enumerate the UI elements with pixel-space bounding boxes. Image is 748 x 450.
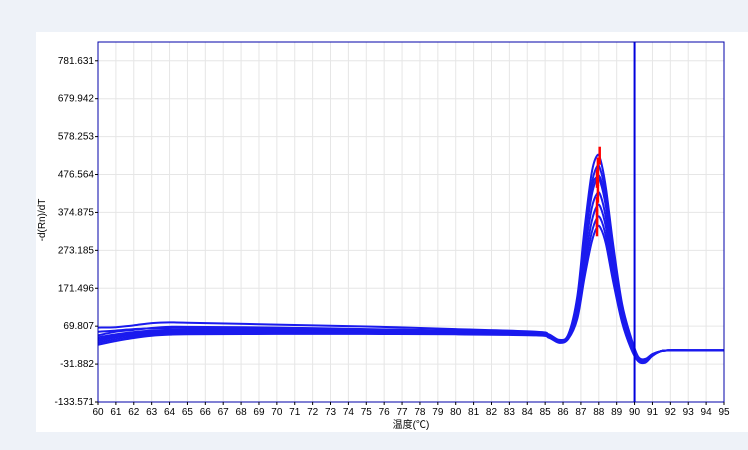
x-tick-label: 79 xyxy=(432,407,444,418)
x-tick-label: 83 xyxy=(504,407,516,418)
series-group xyxy=(97,153,724,365)
x-tick-label: 92 xyxy=(665,407,677,418)
x-tick-label: 60 xyxy=(92,407,104,418)
y-tick-label: 476.564 xyxy=(58,170,95,181)
x-tick-label: 67 xyxy=(218,407,230,418)
x-tick-label: 91 xyxy=(647,407,659,418)
y-tick-label: 171.496 xyxy=(58,283,95,294)
x-tick-label: 94 xyxy=(701,407,713,418)
y-tick-label: 578.253 xyxy=(58,132,95,143)
y-tick-label: -31.882 xyxy=(60,359,94,370)
x-tick-label: 63 xyxy=(146,407,158,418)
x-tick-label: 88 xyxy=(593,407,605,418)
y-tick-label: 69.807 xyxy=(63,321,94,332)
x-tick-label: 61 xyxy=(110,407,122,418)
x-tick-label: 90 xyxy=(629,407,641,418)
y-tick-label: 374.875 xyxy=(58,207,95,218)
x-axis-label: 温度(℃) xyxy=(393,418,430,431)
x-tick-label: 75 xyxy=(361,407,373,418)
x-tick-label: 62 xyxy=(128,407,140,418)
x-tick-label: 86 xyxy=(557,407,569,418)
x-tick-labels: 60 61 62 63 64 65 66 67 68 69 70 71 72 73 74 75 76 77 78 79… xyxy=(92,402,730,418)
y-tick-label: 781.631 xyxy=(58,56,95,67)
x-tick-label: 72 xyxy=(307,407,319,418)
x-tick-label: 69 xyxy=(253,407,265,418)
x-tick-label: 87 xyxy=(575,407,587,418)
x-tick-label: 80 xyxy=(450,407,462,418)
x-tick-label: 77 xyxy=(396,407,408,418)
x-tick-label: 81 xyxy=(468,407,480,418)
x-tick-label: 68 xyxy=(236,407,248,418)
x-tick-label: 89 xyxy=(611,407,623,418)
chart-panel: 60 61 62 63 64 65 66 67 68 69 70 71 72 73 74 75 76 77 78 79… xyxy=(36,32,748,432)
x-tick-label: 85 xyxy=(540,407,552,418)
x-tick-label: 95 xyxy=(718,407,730,418)
x-tick-label: 65 xyxy=(182,407,194,418)
y-axis-label: -d(Rn)/dT xyxy=(37,199,48,242)
x-tick-label: 74 xyxy=(343,407,355,418)
y-tick-label: 273.185 xyxy=(58,245,95,256)
x-tick-label: 84 xyxy=(522,407,534,418)
x-tick-label: 66 xyxy=(200,407,212,418)
x-tick-label: 64 xyxy=(164,407,176,418)
melt-curve-chart: 60 61 62 63 64 65 66 67 68 69 70 71 72 73 74 75 76 77 78 79… xyxy=(37,41,730,431)
x-tick-label: 93 xyxy=(683,407,695,418)
x-tick-label: 76 xyxy=(379,407,391,418)
y-tick-labels: -133.571 -31.882 69.807 171.496 273.185 374.8… xyxy=(55,56,98,408)
x-tick-label: 82 xyxy=(486,407,498,418)
y-tick-label: 679.942 xyxy=(58,94,95,105)
x-tick-label: 70 xyxy=(271,407,283,418)
x-tick-label: 71 xyxy=(289,407,301,418)
x-tick-label: 78 xyxy=(414,407,426,418)
x-tick-label: 73 xyxy=(325,407,337,418)
y-tick-label: -133.571 xyxy=(55,397,95,408)
